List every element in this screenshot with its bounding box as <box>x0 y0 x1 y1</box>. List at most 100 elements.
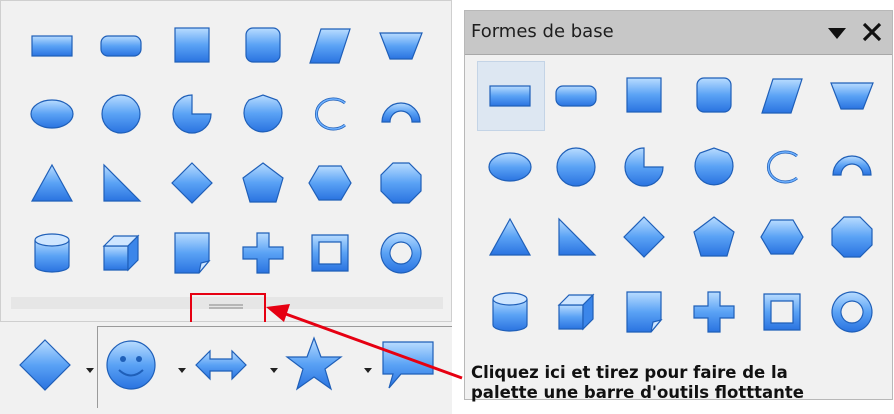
isosceles-triangle-shape-button[interactable] <box>27 158 77 208</box>
rectangle-shape-button[interactable] <box>27 21 77 71</box>
folded-corner-icon <box>174 232 211 274</box>
diamond-icon <box>171 162 213 204</box>
rounded-rectangle-shape-button[interactable] <box>551 71 601 121</box>
rounded-rectangle-shape-button[interactable] <box>96 21 146 71</box>
hexagon-shape-button[interactable] <box>757 212 807 262</box>
palette-title-bar[interactable]: Formes de base <box>465 11 892 55</box>
circle-pie-shape-button[interactable] <box>619 142 669 192</box>
parallelogram-icon <box>309 28 351 64</box>
palette-title: Formes de base <box>471 21 614 42</box>
arc-shape-button[interactable] <box>305 89 355 139</box>
block-arc-shape-button[interactable] <box>376 89 426 139</box>
trapezoid-icon <box>830 82 874 110</box>
diamond-shape-button[interactable] <box>619 212 669 262</box>
triangle-down-icon[interactable] <box>825 21 849 45</box>
rounded-square-shape-button[interactable] <box>689 71 739 121</box>
pentagon-icon <box>242 162 284 203</box>
rounded-rectangle-icon <box>555 85 597 107</box>
arc-shape-button[interactable] <box>757 142 807 192</box>
diamond-icon <box>19 339 71 391</box>
dropdown-arrow-icon[interactable] <box>362 360 374 373</box>
folded-corner-icon <box>626 291 663 333</box>
square-shape-button[interactable] <box>619 71 669 121</box>
right-triangle-shape-button[interactable] <box>551 212 601 262</box>
cross-shape-button[interactable] <box>689 287 739 337</box>
circle-pie-shape-button[interactable] <box>167 89 217 139</box>
frame-icon <box>311 234 349 272</box>
left-right-arrow-icon <box>195 349 247 381</box>
arc-icon <box>767 150 798 184</box>
circle-segment-shape-button[interactable] <box>238 89 288 139</box>
rectangle-icon <box>489 85 531 107</box>
cylinder-icon <box>34 233 70 273</box>
smiley-icon <box>106 340 156 390</box>
callout-line-2: palette une barre d'outils flotttante <box>471 383 804 402</box>
cube-shape-button[interactable] <box>96 228 146 278</box>
dropdown-arrow-icon[interactable] <box>268 360 280 373</box>
square-shape-button[interactable] <box>167 21 217 71</box>
ring-shape-button[interactable] <box>376 228 426 278</box>
block-arc-shape-button[interactable] <box>827 142 877 192</box>
isosceles-triangle-shape-button[interactable] <box>485 212 535 262</box>
cylinder-shape-button[interactable] <box>485 287 535 337</box>
ring-shape-button[interactable] <box>827 287 877 337</box>
rounded-rectangle-icon <box>100 35 142 57</box>
ellipse-icon <box>30 99 74 129</box>
folded-corner-shape-button[interactable] <box>167 228 217 278</box>
circle-shape-button[interactable] <box>96 89 146 139</box>
hexagon-shape-button[interactable] <box>305 158 355 208</box>
circle-icon <box>101 94 141 134</box>
cross-icon <box>693 291 735 333</box>
diamond-tool-button[interactable] <box>14 334 76 396</box>
dropdown-arrow-icon[interactable] <box>84 360 96 373</box>
ellipse-shape-button[interactable] <box>485 142 535 192</box>
folded-corner-shape-button[interactable] <box>619 287 669 337</box>
dropdown-arrow-icon[interactable] <box>176 360 188 373</box>
trapezoid-shape-button[interactable] <box>827 71 877 121</box>
octagon-shape-button[interactable] <box>827 212 877 262</box>
circle-icon <box>556 147 596 187</box>
hexagon-icon <box>760 219 804 255</box>
cross-shape-button[interactable] <box>238 228 288 278</box>
docked-shapes-palette <box>0 0 452 325</box>
parallelogram-shape-button[interactable] <box>757 71 807 121</box>
star-tool-button[interactable] <box>283 334 345 396</box>
pentagon-icon <box>693 216 735 257</box>
parallelogram-shape-button[interactable] <box>305 21 355 71</box>
bottom-toolbar <box>0 322 452 414</box>
ellipse-icon <box>488 152 532 182</box>
callout-tool-button[interactable] <box>377 334 439 396</box>
left-right-arrow-tool-button[interactable] <box>190 334 252 396</box>
ring-icon <box>831 291 873 333</box>
octagon-icon <box>380 162 422 204</box>
pentagon-shape-button[interactable] <box>238 158 288 208</box>
pentagon-shape-button[interactable] <box>689 212 739 262</box>
square-icon <box>626 77 662 113</box>
rectangle-shape-button[interactable] <box>485 71 535 121</box>
trapezoid-shape-button[interactable] <box>376 21 426 71</box>
cylinder-shape-button[interactable] <box>27 228 77 278</box>
rounded-square-shape-button[interactable] <box>238 21 288 71</box>
circle-shape-button[interactable] <box>551 142 601 192</box>
cylinder-icon <box>492 292 528 332</box>
cube-shape-button[interactable] <box>551 287 601 337</box>
arc-icon <box>315 97 346 131</box>
circle-pie-icon <box>624 147 664 187</box>
floating-palette-window[interactable]: Formes de base <box>464 10 893 400</box>
rounded-square-icon <box>696 77 732 113</box>
rounded-square-icon <box>245 27 281 63</box>
right-triangle-shape-button[interactable] <box>96 158 146 208</box>
drag-handle-highlight <box>190 293 266 325</box>
octagon-shape-button[interactable] <box>376 158 426 208</box>
ellipse-shape-button[interactable] <box>27 89 77 139</box>
diamond-icon <box>623 216 665 258</box>
frame-shape-button[interactable] <box>757 287 807 337</box>
circle-segment-shape-button[interactable] <box>689 142 739 192</box>
smiley-tool-button[interactable] <box>100 334 162 396</box>
isosceles-triangle-icon <box>488 217 532 256</box>
diamond-shape-button[interactable] <box>167 158 217 208</box>
frame-shape-button[interactable] <box>305 228 355 278</box>
close-icon[interactable] <box>857 17 887 47</box>
block-arc-icon <box>832 155 872 176</box>
square-icon <box>174 27 210 63</box>
